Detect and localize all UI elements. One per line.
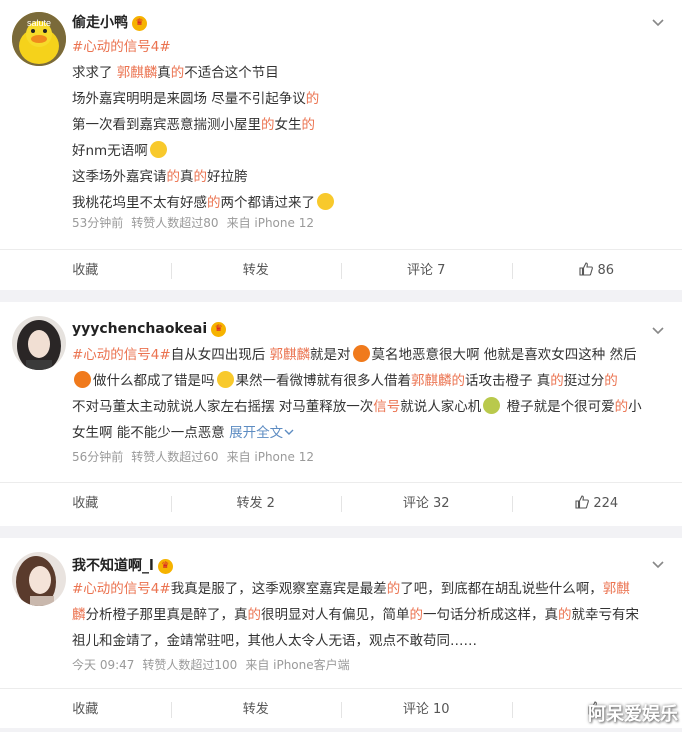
hashtag-link[interactable]: #心动的信号4# [72,347,171,363]
thumbs-up-icon [575,495,589,509]
post-time[interactable]: 今天 09:47 [72,658,134,672]
post-content: #心动的信号4#我真是服了，这季观察室嘉宾是最差的了吧，到底都在胡乱说些什么啊，… [72,576,668,654]
post-meta: 今天 09:47 转赞人数超过100 来自 iPhone客户端 [72,656,358,673]
post-card: yyychenchaokeai♛ #心动的信号4#自从女四出现后 郭麒麟就是对莫… [0,302,682,526]
username[interactable]: 我不知道啊_l♛ [72,555,173,575]
expand-full-text-link[interactable]: 展开全文 [229,425,295,441]
vip-crown-icon: ♛ [132,16,147,31]
chevron-down-icon [283,427,295,437]
watermark: 阿呆爱娱乐 [588,700,678,726]
orange-emoji-icon [353,345,370,362]
forward-count-text: 转赞人数超过60 [131,450,218,464]
like-button[interactable]: 86 [512,249,682,293]
chevron-down-icon[interactable] [650,14,666,30]
action-bar: 收藏 转发 评论 7 86 [0,249,682,293]
chevron-down-icon[interactable] [650,322,666,338]
action-bar: 收藏 转发 2 评论 32 224 [0,482,682,526]
hashtag-link[interactable]: #心动的信号4# [72,39,171,55]
duck-avatar-image: salute [12,12,66,66]
forward-button[interactable]: 转发 [171,688,342,732]
post-source: 来自 iPhone 12 [227,450,314,464]
username[interactable]: 偷走小鸭♛ [72,12,147,32]
user-avatar-image [12,552,66,606]
post-content: #心动的信号4#自从女四出现后 郭麒麟就是对莫名地恶意很大啊 他就是喜欢女四这种… [72,342,668,446]
post-time[interactable]: 53分钟前 [72,216,123,230]
orange-emoji-icon [74,371,91,388]
avatar[interactable] [12,316,66,370]
forward-button[interactable]: 转发 [171,249,342,293]
hashtag-link[interactable]: #心动的信号4# [72,581,171,597]
collect-button[interactable]: 收藏 [0,688,171,732]
post-meta: 53分钟前转赞人数超过80 来自 iPhone 12 [72,214,322,231]
avatar[interactable]: salute [12,12,66,66]
post-card: salute 偷走小鸭♛ #心动的信号4# 求求了 郭麒麟真的不适合这个节目 场… [0,0,682,290]
action-bar: 收藏 转发 评论 10 [0,688,682,732]
post-content: #心动的信号4# 求求了 郭麒麟真的不适合这个节目 场外嘉宾明明是来圆场 尽量不… [72,34,668,216]
comment-button[interactable]: 评论 32 [341,482,512,526]
post-card: 我不知道啊_l♛ #心动的信号4#我真是服了，这季观察室嘉宾是最差的了吧，到底都… [0,538,682,728]
smirk-emoji-icon [217,371,234,388]
comment-button[interactable]: 评论 10 [341,688,512,732]
sweat-emoji-icon [150,141,167,158]
user-avatar-image [12,316,66,370]
forward-button[interactable]: 转发 2 [171,482,342,526]
vip-crown-icon: ♛ [158,559,173,574]
mention-link[interactable]: 郭麒麟 [117,65,158,81]
post-time[interactable]: 56分钟前 [72,450,123,464]
vip-crown-icon: ♛ [211,322,226,337]
thumbs-up-icon [579,262,593,276]
post-source: 来自 iPhone 12 [227,216,314,230]
post-source: 来自 iPhone客户端 [245,658,349,672]
mention-link[interactable]: 郭麒 [603,581,630,597]
mention-link[interactable]: 麟 [72,607,86,623]
collect-button[interactable]: 收藏 [0,249,171,293]
like-button[interactable]: 224 [512,482,682,526]
username[interactable]: yyychenchaokeai♛ [72,321,226,337]
melon-emoji-icon [483,397,500,414]
chevron-down-icon[interactable] [650,556,666,572]
sweat-emoji-icon [317,193,334,210]
mention-link[interactable]: 郭麒麟 [270,347,311,363]
comment-button[interactable]: 评论 7 [341,249,512,293]
forward-count-text: 转赞人数超过80 [131,216,218,230]
avatar-label: salute [27,18,51,28]
forward-count-text: 转赞人数超过100 [142,658,237,672]
post-meta: 56分钟前转赞人数超过60 来自 iPhone 12 [72,448,322,465]
avatar[interactable] [12,552,66,606]
collect-button[interactable]: 收藏 [0,482,171,526]
